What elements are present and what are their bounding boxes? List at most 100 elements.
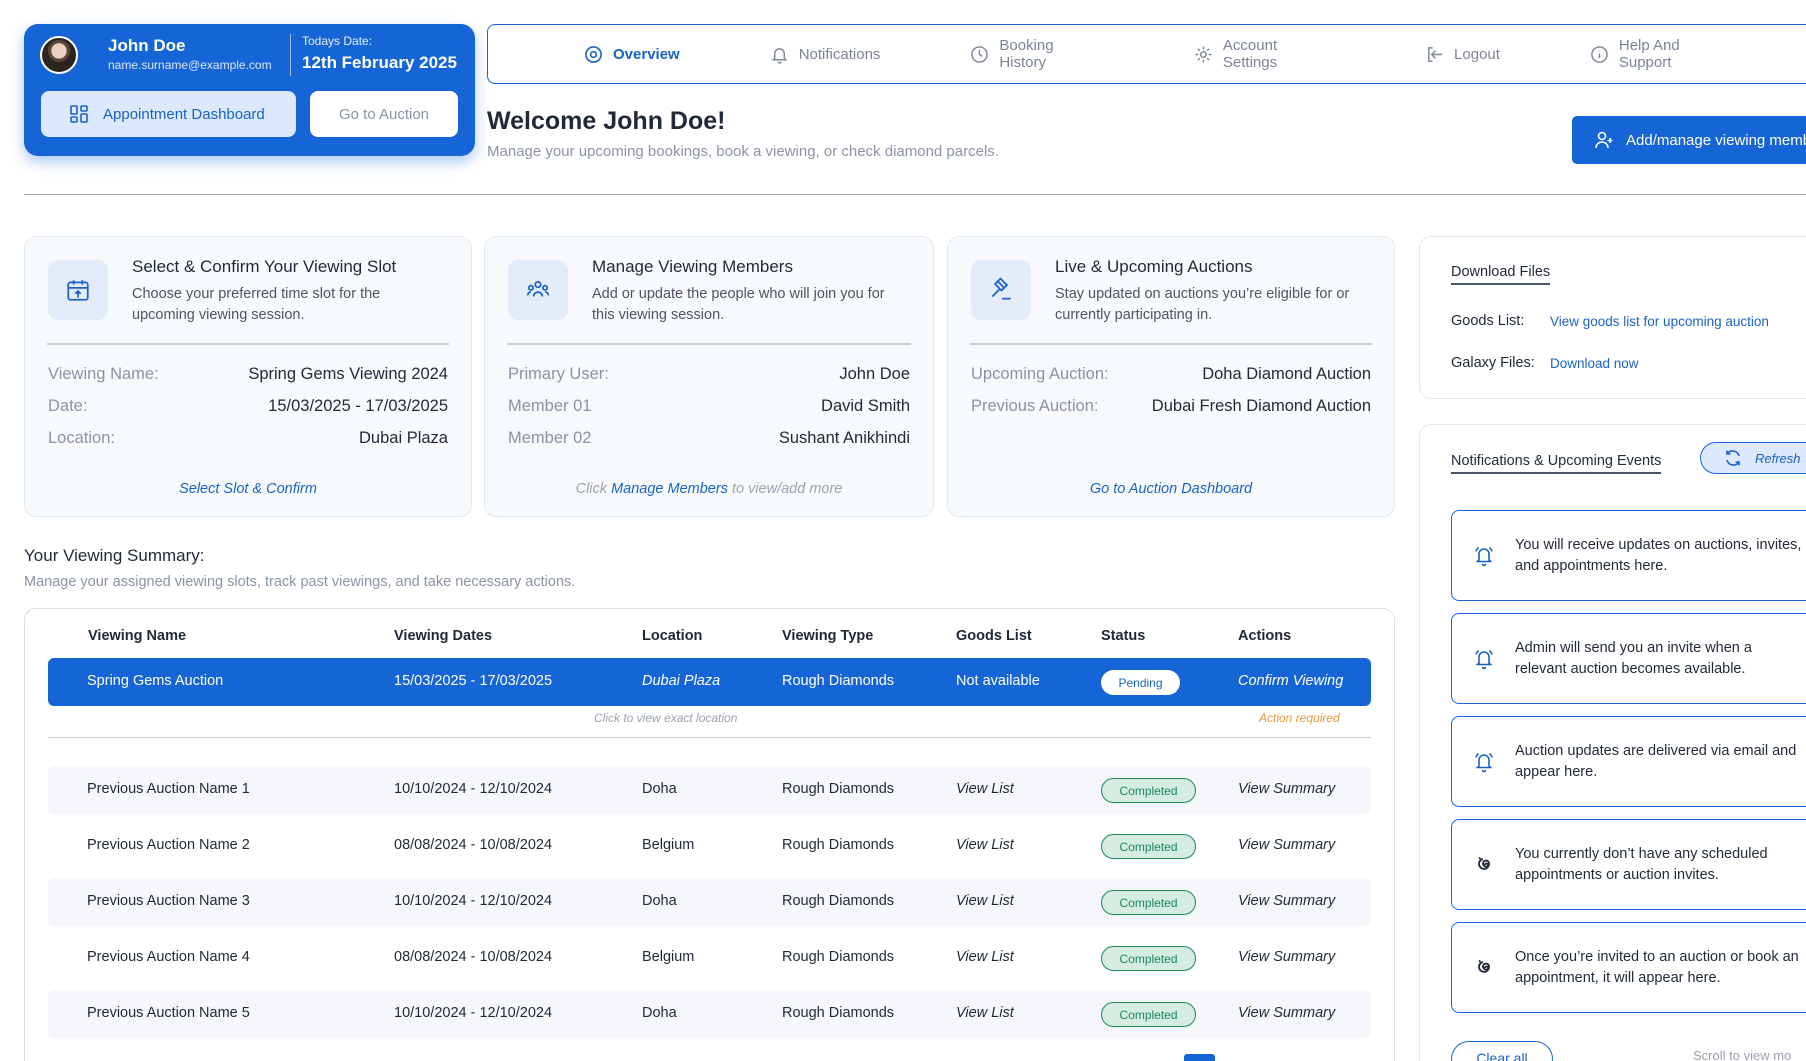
avatar[interactable] xyxy=(40,36,78,74)
table-row[interactable]: Previous Auction Name 4 08/08/2024 - 10/… xyxy=(48,934,1371,982)
nav-account-settings[interactable]: Account Settings xyxy=(1194,37,1335,71)
notification-text: You currently don’t have any scheduled a… xyxy=(1515,846,1768,883)
current-date: 12th February 2025 xyxy=(302,53,457,72)
notification-text: Once you’re invited to an auction or boo… xyxy=(1515,949,1799,986)
notifications-title: Notifications & Upcoming Events xyxy=(1451,453,1662,474)
refresh-button[interactable]: Refresh xyxy=(1700,442,1806,474)
column-header: Viewing Name xyxy=(88,628,187,644)
add-members-label: Add/manage viewing memb xyxy=(1626,131,1806,149)
notification-item[interactable]: You currently don’t have any scheduled a… xyxy=(1451,819,1806,910)
notification-text: Admin will send you an invite when a rel… xyxy=(1515,640,1752,677)
pagination-button[interactable] xyxy=(1184,1054,1215,1061)
nav-label: Account Settings xyxy=(1222,37,1278,71)
card-title: Manage Viewing Members xyxy=(592,257,793,276)
status-badge: Completed xyxy=(1101,778,1196,803)
nav-booking-history[interactable]: Booking History xyxy=(970,37,1104,71)
cell-name: Spring Gems Auction xyxy=(87,673,224,689)
user-email: name.surname@example.com xyxy=(108,58,272,72)
viewing-members-card: Manage Viewing Members Add or update the… xyxy=(484,236,934,517)
divider xyxy=(47,343,449,345)
table-row-selected[interactable]: Spring Gems Auction 15/03/2025 - 17/03/2… xyxy=(48,658,1371,706)
cell-dates: 08/08/2024 - 10/08/2024 xyxy=(394,949,553,965)
view-summary-link[interactable]: View Summary xyxy=(1238,781,1335,797)
view-summary-link[interactable]: View Summary xyxy=(1238,949,1335,965)
spiral-icon xyxy=(1478,856,1490,870)
info-value: Spring Gems Viewing 2024 xyxy=(248,365,448,383)
logout-icon xyxy=(1428,46,1443,62)
goods-list-link[interactable]: View goods list for upcoming auction xyxy=(1550,314,1769,329)
members-icon xyxy=(508,260,568,320)
cell-dates: 15/03/2025 - 17/03/2025 xyxy=(394,673,553,689)
hint-prefix: Click xyxy=(575,481,608,497)
manage-members-link[interactable]: Manage Members xyxy=(611,481,728,497)
select-slot-link[interactable]: Select Slot & Confirm xyxy=(25,481,471,497)
cell-dates: 10/10/2024 - 12/10/2024 xyxy=(394,1005,553,1021)
table-row[interactable]: Previous Auction Name 1 10/10/2024 - 12/… xyxy=(48,766,1371,814)
view-summary-link[interactable]: View Summary xyxy=(1238,893,1335,909)
cell-location: Belgium xyxy=(642,837,695,853)
bell-icon xyxy=(771,47,788,64)
status-badge: Completed xyxy=(1101,946,1196,971)
card-description: Stay updated on auctions you’re eligible… xyxy=(1055,286,1350,323)
user-name: John Doe xyxy=(108,36,186,55)
notification-item[interactable]: Auction updates are delivered via email … xyxy=(1451,716,1806,807)
download-now-link[interactable]: Download now xyxy=(1550,356,1639,371)
view-summary-link[interactable]: View Summary xyxy=(1238,1005,1335,1021)
table-row[interactable]: Previous Auction Name 2 08/08/2024 - 10/… xyxy=(48,822,1371,870)
view-list-link[interactable]: View List xyxy=(956,837,1014,853)
info-key: Upcoming Auction: xyxy=(971,365,1109,383)
info-key: Member 02 xyxy=(508,429,592,447)
column-header: Viewing Dates xyxy=(394,628,493,644)
info-row: Viewing Name: Spring Gems Viewing 2024 xyxy=(48,365,448,384)
view-list-link[interactable]: View List xyxy=(956,781,1014,797)
gear-icon xyxy=(1195,45,1212,63)
clear-all-button[interactable]: Clear all xyxy=(1451,1041,1553,1061)
gavel-icon xyxy=(971,260,1031,320)
nav-logout[interactable]: Logout xyxy=(1425,45,1500,64)
view-list-link[interactable]: View List xyxy=(956,949,1014,965)
card-description: Add or update the people who will join y… xyxy=(592,286,885,323)
nav-label: Notifications xyxy=(798,45,881,63)
divider xyxy=(970,343,1372,345)
info-value: David Smith xyxy=(821,397,910,415)
page-title: Welcome John Doe! xyxy=(487,107,726,135)
date-label: Todays Date: xyxy=(302,34,373,48)
notification-item[interactable]: Once you’re invited to an auction or boo… xyxy=(1451,922,1806,1013)
view-summary-link[interactable]: View Summary xyxy=(1238,837,1335,853)
cell-location: Doha xyxy=(642,893,677,909)
info-row: Previous Auction: Dubai Fresh Diamond Auc… xyxy=(971,397,1371,416)
cell-type: Rough Diamonds xyxy=(782,673,895,689)
nav-overview[interactable]: Overview xyxy=(584,45,680,64)
add-members-button[interactable]: Add/manage viewing memb xyxy=(1572,116,1806,164)
top-nav: Overview Notifications Booking History A… xyxy=(487,24,1806,84)
table-row[interactable]: Previous Auction Name 3 10/10/2024 - 12/… xyxy=(48,878,1371,926)
notification-item[interactable]: Admin will send you an invite when a rel… xyxy=(1451,613,1806,704)
summary-subtitle: Manage your assigned viewing slots, trac… xyxy=(24,574,576,590)
nav-help-support[interactable]: Help And Support xyxy=(1590,37,1736,71)
info-key: Location: xyxy=(48,429,115,447)
auction-dashboard-link[interactable]: Go to Auction Dashboard xyxy=(948,481,1394,497)
cell-location-link[interactable]: Dubai Plaza xyxy=(642,673,720,689)
notification-item[interactable]: You will receive updates on auctions, in… xyxy=(1451,510,1806,601)
bell-icon xyxy=(1475,752,1493,773)
go-to-auction-button[interactable]: Go to Auction xyxy=(310,91,458,137)
location-hint: Click to view exact location xyxy=(594,711,738,725)
info-row: Date: 15/03/2025 - 17/03/2025 xyxy=(48,397,448,416)
bell-icon xyxy=(1475,546,1493,567)
view-list-link[interactable]: View List xyxy=(956,893,1014,909)
info-value: 15/03/2025 - 17/03/2025 xyxy=(268,397,448,415)
add-user-icon xyxy=(1595,131,1613,149)
scroll-hint: Scroll to view mo xyxy=(1693,1048,1792,1061)
page-subtitle: Manage your upcoming bookings, book a vi… xyxy=(487,143,999,160)
hint-suffix: to view/add more xyxy=(731,481,843,497)
view-list-link[interactable]: View List xyxy=(956,1005,1014,1021)
table-row[interactable]: Previous Auction Name 5 10/10/2024 - 12/… xyxy=(48,990,1371,1038)
download-files-panel: Download Files Goods List: View goods li… xyxy=(1419,236,1806,399)
confirm-viewing-link[interactable]: Confirm Viewing xyxy=(1238,673,1343,689)
cell-type: Rough Diamonds xyxy=(782,949,895,965)
info-value: Dubai Fresh Diamond Auction xyxy=(1151,397,1371,415)
nav-notifications[interactable]: Notifications xyxy=(770,45,881,64)
divider xyxy=(290,34,291,76)
appointment-dashboard-button[interactable]: Appointment Dashboard xyxy=(41,91,296,137)
target-icon xyxy=(585,45,602,63)
